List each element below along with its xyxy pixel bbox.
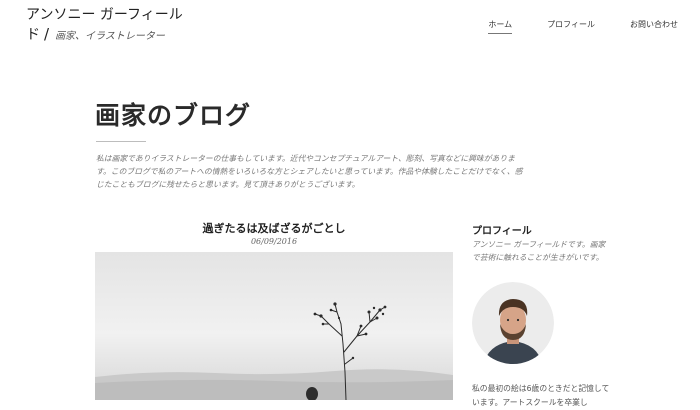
site-title[interactable]: アンソニー ガーフィール ド / 画家、イラストレーター [26,6,186,46]
site-tagline: 画家、イラストレーター [55,31,165,42]
profile-avatar [472,282,554,364]
site-title-line2[interactable]: ド [26,27,40,43]
post-date: 06/09/2016 [250,237,298,246]
profile-heading: プロフィール [472,226,532,237]
site-title-line1[interactable]: アンソニー ガーフィール [26,7,183,23]
post-title[interactable]: 過ぎたるは及ばざるがごとし [95,220,453,236]
nav-item-profile[interactable]: プロフィール [547,19,595,34]
slash-divider: / [44,25,50,43]
title-divider [96,141,146,142]
blog-intro: 私は画家でありイラストレーターの仕事もしています。近代やコンセプチュアルアート、… [96,154,523,189]
nav-item-contact[interactable]: お問い合わせ [630,19,678,34]
profile-text: アンソニー ガーフィールドです。画家で芸術に触れることが生きがいです。 [472,240,606,262]
page-title: 画家のブログ [95,101,252,130]
post-image[interactable] [95,252,453,400]
main-nav: ホーム プロフィール お問い合わせ [488,19,678,34]
nav-item-home[interactable]: ホーム [488,19,513,34]
profile-bio: 私の最初の絵は6歳のときだと記憶しています。アートスクールを卒業し [472,384,610,407]
